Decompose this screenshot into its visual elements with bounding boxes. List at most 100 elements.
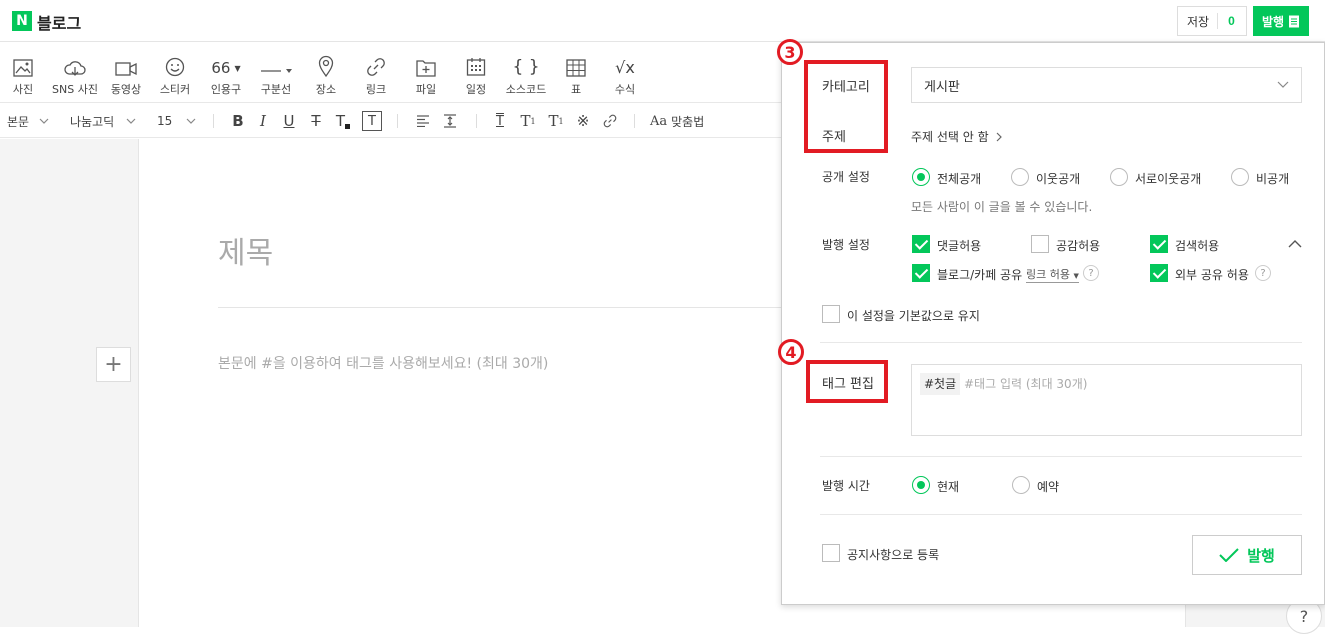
allow-empathy-label: 공감허용 (1056, 239, 1101, 253)
tag-editor[interactable]: #첫글 #태그 입력 (최대 30개) (911, 364, 1302, 436)
subscript-button[interactable]: T1 (546, 111, 566, 131)
allow-comments-label: 댓글허용 (937, 239, 982, 253)
format-toolbar: 본문 나눔고딕 15 B I U T T T T T1 T1 ※ Aa 맞춤법 (0, 104, 790, 138)
link-format-button[interactable] (600, 111, 620, 131)
strikethrough-button[interactable]: T (306, 111, 326, 131)
visibility-public-radio[interactable] (912, 168, 930, 186)
publish-top-button[interactable]: 발행 (1253, 6, 1309, 36)
toolbar-label: 일정 (465, 83, 487, 96)
category-select[interactable]: 게시판 (911, 67, 1302, 103)
keep-default-label: 이 설정을 기본값으로 유지 (847, 309, 980, 323)
visibility-mutual-radio[interactable] (1110, 168, 1128, 186)
font-size-select[interactable]: 15 (157, 104, 196, 138)
toolbar-file[interactable]: 파일 (406, 43, 446, 103)
toolbar-place[interactable]: 장소 (306, 43, 346, 103)
toolbar-sticker[interactable]: 스티커 (155, 43, 195, 103)
toolbar-label: 파일 (415, 83, 437, 96)
toolbar-link[interactable]: 링크 (356, 43, 396, 103)
link-permission-select[interactable]: 링크 허용 ▼ (1026, 266, 1079, 283)
visibility-private-radio[interactable] (1231, 168, 1249, 186)
add-component-button[interactable]: + (96, 347, 131, 382)
paragraph-style-select[interactable]: 본문 (7, 104, 49, 138)
toolbar-label: 수식 (614, 83, 636, 96)
toolbar-label: SNS 사진 (52, 83, 98, 96)
document-icon (1289, 15, 1300, 27)
toolbar-formula[interactable]: √x 수식 (605, 43, 645, 103)
location-pin-icon (318, 55, 334, 77)
visibility-neighbors-radio[interactable] (1011, 168, 1029, 186)
chevron-up-icon[interactable] (1288, 239, 1302, 248)
naver-logo-icon[interactable]: N (12, 11, 32, 31)
notice-label: 공지사항으로 등록 (847, 548, 940, 562)
letter-spacing-button[interactable]: T (490, 111, 510, 131)
help-question-icon[interactable]: ? (1083, 265, 1099, 281)
publish-now-label: 현재 (937, 480, 960, 494)
toolbar-label: 링크 (365, 83, 387, 96)
title-input[interactable]: 제목 (218, 228, 273, 272)
visibility-note: 모든 사람이 이 글을 볼 수 있습니다. (911, 200, 1093, 214)
formula-icon: √x (615, 58, 635, 77)
toolbar-label: 동영상 (110, 83, 142, 96)
save-button[interactable]: 저장 0 (1177, 6, 1247, 36)
tag-chip[interactable]: #첫글 (920, 373, 961, 395)
background-color-button[interactable]: T (362, 111, 382, 131)
line-height-icon (444, 114, 456, 128)
font-color-button[interactable]: T (333, 111, 353, 131)
cloud-icon (64, 61, 86, 76)
allow-share-checkbox[interactable] (912, 264, 930, 282)
left-gutter (0, 139, 139, 627)
annotation-step4-badge: 4 (778, 339, 804, 365)
tag-input[interactable]: #태그 입력 (최대 30개) (964, 375, 1087, 392)
toolbar-label: 구분선 (260, 83, 292, 96)
save-label: 저장 (1187, 14, 1210, 29)
publish-button-label: 발행 (1247, 547, 1275, 565)
special-char-button[interactable]: ※ (573, 111, 593, 131)
align-left-button[interactable] (413, 111, 433, 131)
notice-checkbox[interactable] (822, 544, 840, 562)
allow-external-share-checkbox[interactable] (1150, 264, 1168, 282)
italic-button[interactable]: I (253, 111, 273, 131)
font-family-select[interactable]: 나눔고딕 (70, 104, 136, 138)
toolbar-photo[interactable]: 사진 (4, 43, 42, 103)
line-height-button[interactable] (440, 111, 460, 131)
underline-button[interactable]: U (279, 111, 299, 131)
app-title[interactable]: 블로그 (37, 10, 81, 34)
annotation-box-step3 (804, 60, 888, 153)
toolbar-source-code[interactable]: { } 소스코드 (502, 43, 550, 103)
image-icon (13, 59, 33, 77)
allow-empathy-checkbox[interactable] (1031, 235, 1049, 253)
toolbar-sns-photo[interactable]: SNS 사진 (50, 43, 100, 103)
toolbar-schedule[interactable]: 일정 (456, 43, 496, 103)
allow-search-checkbox[interactable] (1150, 235, 1168, 253)
paragraph-style-value: 본문 (7, 114, 30, 129)
link-icon (367, 58, 385, 76)
spellcheck-button[interactable]: Aa 맞춤법 (650, 104, 704, 138)
toolbar-quote[interactable]: 66 ▼ 인용구 (206, 43, 246, 103)
color-swatch-icon (345, 123, 351, 129)
allow-comments-checkbox[interactable] (912, 235, 930, 253)
spellcheck-icon: Aa (650, 113, 668, 129)
publish-button[interactable]: 발행 (1192, 535, 1302, 575)
insert-toolbar: 사진 SNS 사진 동영상 스티커 66 ▼ 인용구 구분선 장소 링크 파일 일… (0, 43, 790, 103)
save-count[interactable]: 0 (1228, 14, 1235, 28)
top-bar: N 블로그 저장 0 발행 (0, 0, 1325, 42)
spellcheck-label: 맞춤법 (671, 114, 705, 129)
divider-icon (261, 69, 292, 73)
checkmark-icon (1219, 548, 1239, 562)
help-question-icon[interactable]: ? (1255, 265, 1271, 281)
chevron-down-icon (126, 118, 136, 124)
toolbar-label: 인용구 (210, 83, 242, 96)
superscript-button[interactable]: T1 (518, 111, 538, 131)
toolbar-video[interactable]: 동영상 (106, 43, 146, 103)
publish-now-radio[interactable] (912, 476, 930, 494)
publish-top-label: 발행 (1261, 14, 1285, 29)
keep-default-checkbox[interactable] (822, 305, 840, 323)
toolbar-separator (476, 114, 477, 128)
topic-select[interactable]: 주제 선택 안 함 (911, 128, 1003, 145)
toolbar-divider[interactable]: 구분선 (256, 43, 296, 103)
bold-button[interactable]: B (228, 111, 248, 131)
body-input[interactable]: 본문에 #을 이용하여 태그를 사용해보세요! (최대 30개) (218, 353, 548, 373)
toolbar-table[interactable]: 표 (556, 43, 596, 103)
publish-reserve-radio[interactable] (1012, 476, 1030, 494)
allow-external-share-label: 외부 공유 허용 (1175, 268, 1249, 282)
